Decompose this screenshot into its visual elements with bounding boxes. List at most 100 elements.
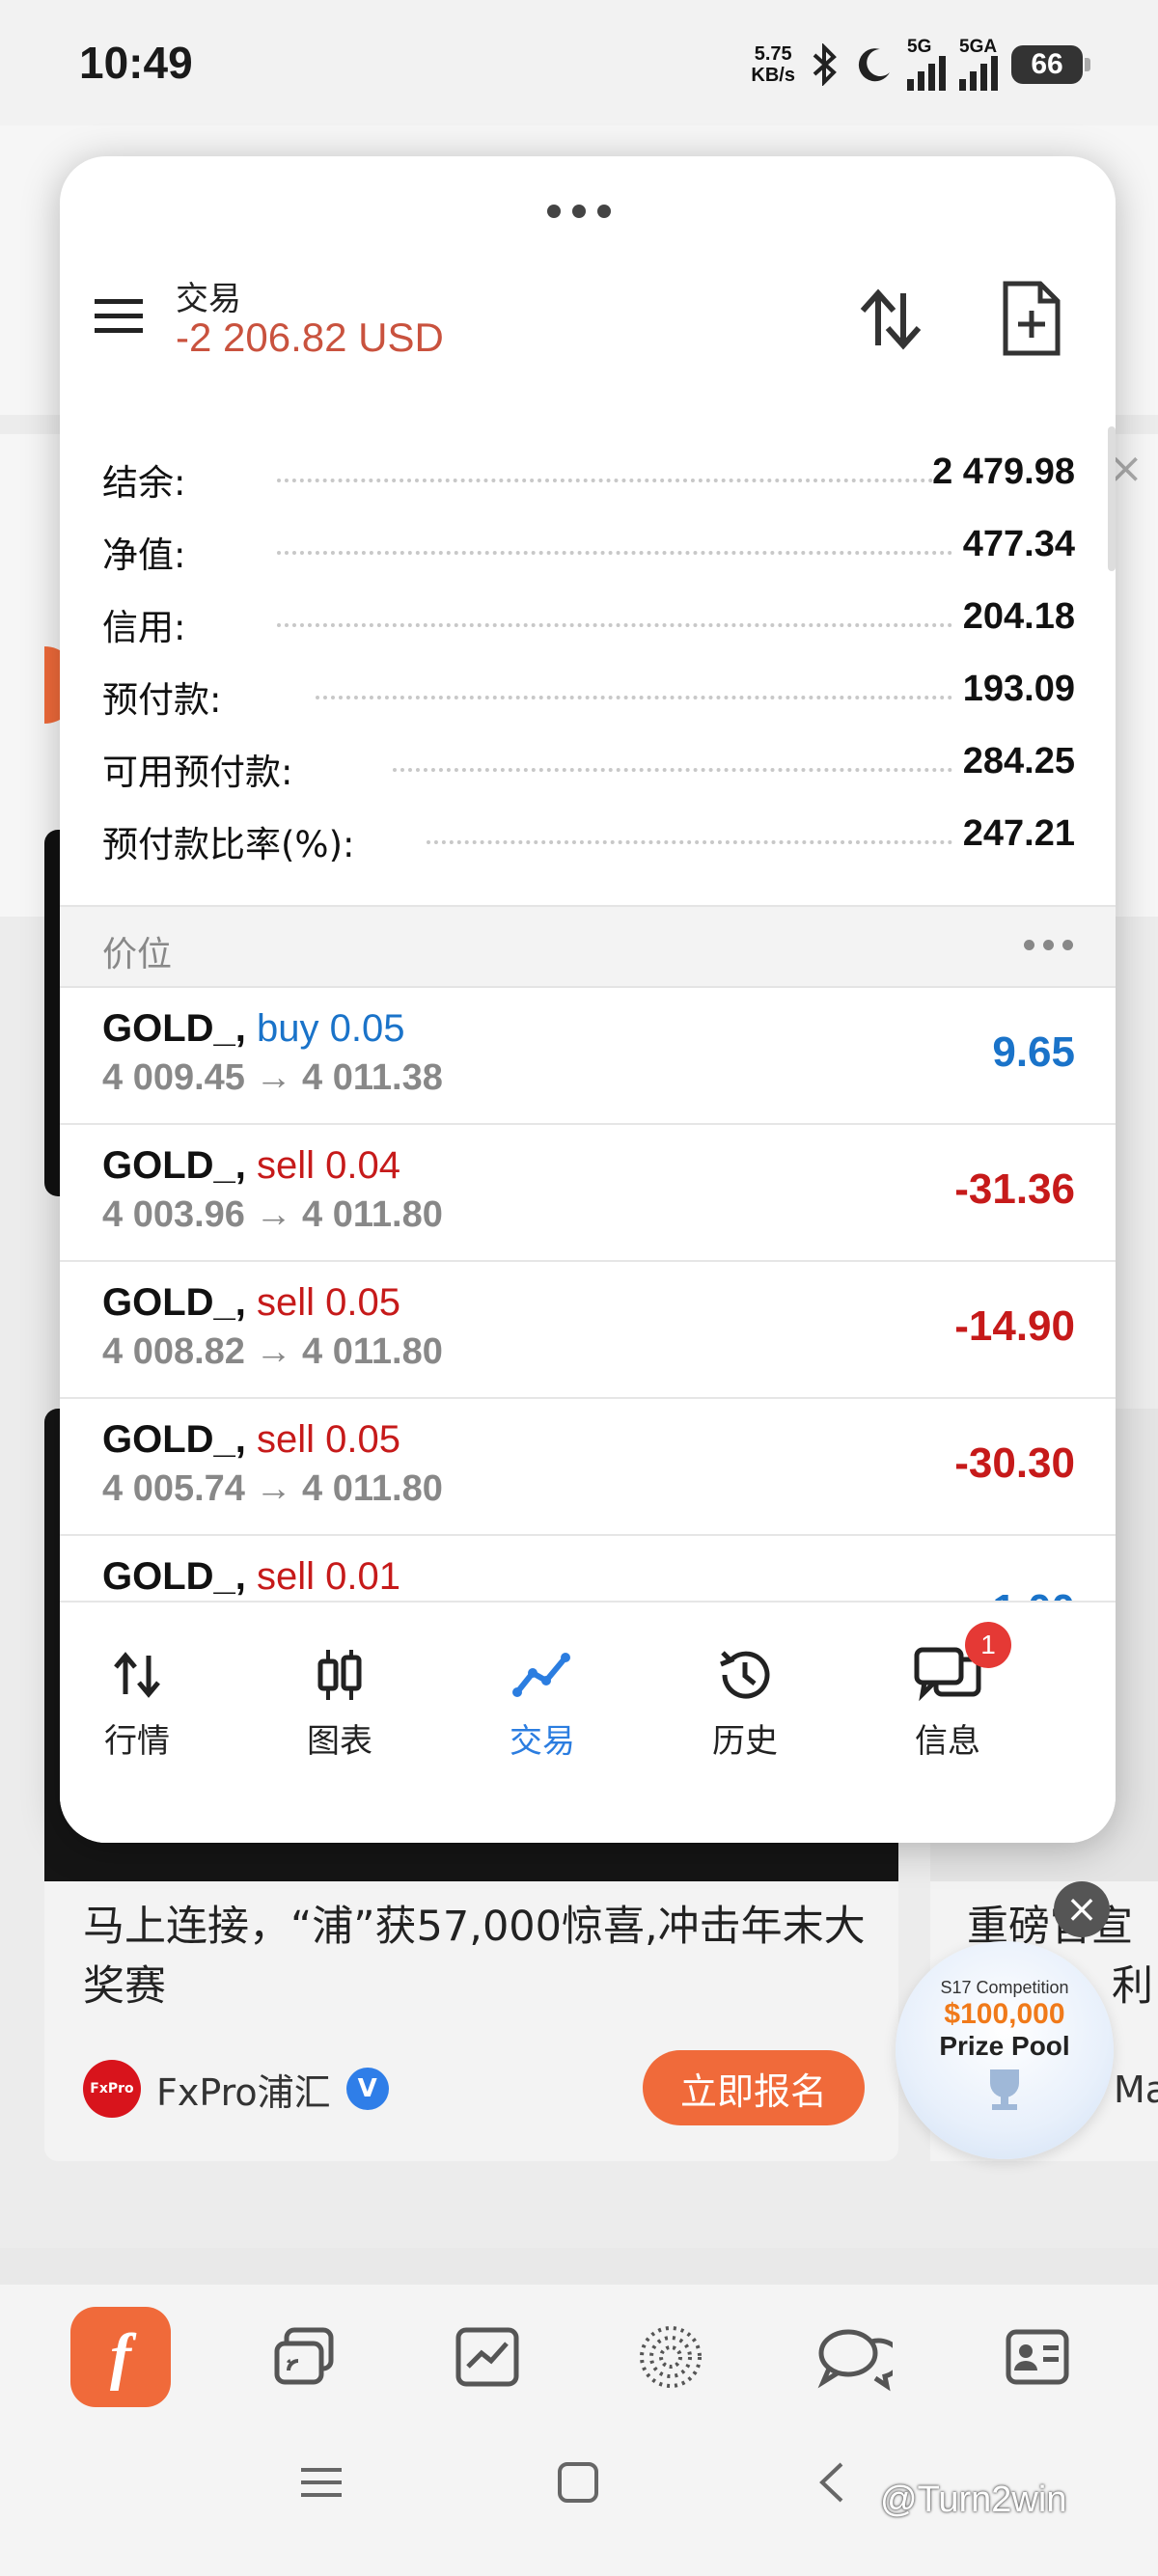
app-profile-tab[interactable] [984,2304,1090,2410]
network-speed: 5.75 KB/s [751,43,795,86]
tab-history[interactable]: 历史 [668,1641,822,1762]
window-drag-handle[interactable] [547,205,611,218]
dotted-leader [316,696,952,699]
summary-row-margin-level: 预付款比率(%): 247.21 [60,808,1116,880]
more-options-icon[interactable] [1024,940,1073,950]
app-bottom-tabs: f [0,2285,1158,2429]
signal-sim2-icon: 5GA [959,37,998,91]
position-row[interactable]: GOLD_, buy 0.05 4 009.45 → 4 011.38 9.65 [60,988,1116,1125]
fxpro-logo: FxPro [83,2060,141,2118]
position-side: sell 0.04 [257,1144,401,1187]
tab-messages[interactable]: 1 信息 [870,1622,1025,1762]
battery-icon: 66 [1011,45,1090,84]
prize-label: Prize Pool [939,2031,1070,2061]
dotted-leader [393,768,952,772]
summary-value: 284.25 [962,741,1075,781]
author-name: FxPro浦汇 [156,2070,331,2114]
bluetooth-icon [813,43,837,86]
app-live-tab[interactable] [251,2304,357,2410]
trade-icon [512,1653,570,1697]
position-row[interactable]: GOLD_, sell 0.05 4 005.74 → 4 011.80 -30… [60,1399,1116,1536]
account-summary: 结余: 2 479.98 净值: 477.34 信用: 204.18 预付款: … [60,446,1116,880]
position-profit: -30.30 [954,1439,1075,1487]
app-chat-tab[interactable] [801,2304,907,2410]
tab-chart[interactable]: 图表 [262,1641,417,1762]
position-row[interactable]: GOLD_, sell 0.05 4 008.82 → 4 011.80 -14… [60,1262,1116,1399]
position-side: buy 0.05 [257,1007,405,1050]
sort-button[interactable] [851,282,928,359]
position-symbol: GOLD_, sell 0.01 [102,1555,401,1598]
position-side: sell 0.05 [257,1281,401,1324]
new-order-button[interactable] [998,280,1065,357]
home-button[interactable] [554,2458,602,2507]
signup-button[interactable]: 立即报名 [643,2050,865,2125]
position-profit: 9.65 [992,1028,1075,1076]
summary-label: 预付款比率(%): [102,824,355,865]
trophy-icon [990,2069,1019,2110]
tab-quotes[interactable]: 行情 [60,1641,214,1762]
positions-header-label: 价位 [102,935,173,974]
position-prices: 4 009.45 → 4 011.38 [102,1057,443,1098]
summary-label: 预付款: [102,679,222,721]
tab-label: 信息 [915,1722,980,1761]
summary-row-equity: 净值: 477.34 [60,518,1116,590]
summary-value: 193.09 [962,669,1075,709]
prize-competition: S17 Competition [940,1978,1069,1997]
positions-list: GOLD_, buy 0.05 4 009.45 → 4 011.38 9.65… [60,988,1116,1601]
network-speed-unit: KB/s [751,65,795,86]
recent-apps-button[interactable] [297,2458,345,2507]
position-profit: -31.36 [954,1165,1075,1213]
summary-row-margin: 预付款: 193.09 [60,663,1116,735]
live-cards-icon [274,2327,334,2385]
position-symbol: GOLD_, sell 0.05 [102,1281,401,1324]
position-profit: 1.00 [992,1586,1075,1601]
unread-badge: 1 [965,1622,1011,1668]
prize-pool-badge[interactable]: S17 Competition $100,000 Prize Pool [896,1941,1114,2159]
status-time: 10:49 [79,38,193,88]
summary-value: 477.34 [962,524,1075,564]
news-title[interactable]: 马上连接，“浦”获57,000惊喜,冲击年末大奖赛 [83,1897,874,2016]
summary-row-balance: 结余: 2 479.98 [60,446,1116,518]
back-button[interactable] [813,2458,851,2507]
news-author[interactable]: FxPro FxPro浦汇 V [83,2060,389,2118]
position-side: sell 0.01 [257,1555,401,1598]
chart-board-icon [455,2327,519,2387]
tab-label: 交易 [510,1722,575,1761]
position-prices: 4 008.82 → 4 011.80 [102,1331,443,1372]
chat-bubbles-icon [817,2329,893,2392]
app-discover-tab[interactable] [618,2304,724,2410]
quotes-icon [114,1652,160,1698]
app-market-tab[interactable] [434,2304,540,2410]
position-row[interactable]: GOLD_, sell 0.04 4 003.96 → 4 011.80 -31… [60,1125,1116,1262]
trade-bottom-tabs: 行情 图表 交易 历史 1 信息 [60,1601,1116,1843]
summary-label: 可用预付款: [102,752,293,793]
tab-label: 图表 [307,1722,372,1761]
dotted-leader [427,840,952,844]
news2-footer: Mar [1114,2069,1158,2111]
menu-button[interactable] [89,286,149,345]
do-not-disturb-moon-icon [858,48,890,82]
summary-label: 净值: [102,534,186,576]
position-row[interactable]: GOLD_, sell 0.01 1.00 [60,1536,1116,1601]
summary-value: 204.18 [962,596,1075,637]
position-prices: 4 003.96 → 4 011.80 [102,1194,443,1235]
summary-label: 信用: [102,607,186,648]
prize-close-button[interactable]: × [1054,1881,1110,1937]
fxpro-app-logo: f [70,2307,171,2407]
position-symbol: GOLD_, sell 0.04 [102,1144,401,1187]
dotted-sphere-icon [640,2326,702,2388]
tab-trade[interactable]: 交易 [465,1641,620,1762]
positions-header: 价位 [60,905,1116,988]
profile-card-icon [1006,2329,1069,2385]
position-symbol: GOLD_, sell 0.05 [102,1418,401,1461]
network-speed-value: 5.75 [754,43,792,65]
dotted-leader [277,623,952,627]
trade-title: 交易 [176,280,241,318]
dotted-leader [277,479,933,482]
news-card[interactable]: 马上连接，“浦”获57,000惊喜,冲击年末大奖赛 FxPro FxPro浦汇 … [44,1881,898,2161]
app-home-tab[interactable]: f [68,2304,174,2410]
summary-row-free-margin: 可用预付款: 284.25 [60,735,1116,808]
status-icons: 5.75 KB/s 5G 5GA 66 [751,37,1090,91]
position-side: sell 0.05 [257,1418,401,1461]
tab-label: 行情 [104,1722,170,1761]
